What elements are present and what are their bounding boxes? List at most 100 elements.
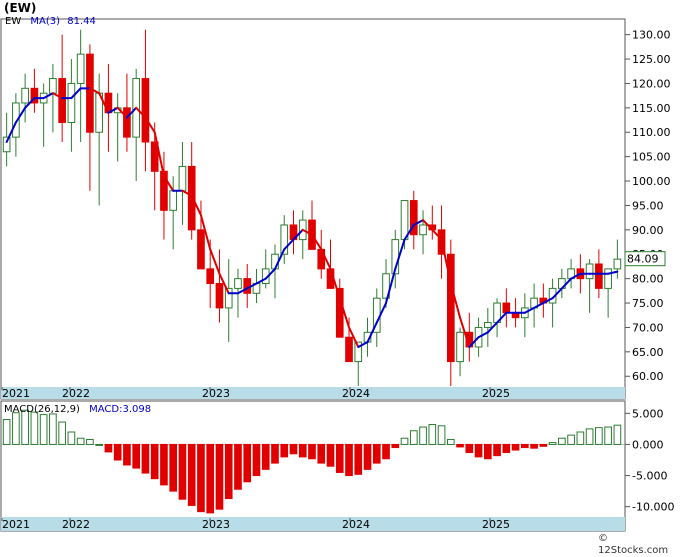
macd-bar — [456, 443, 464, 448]
legend-ma: MA(3) — [30, 16, 61, 27]
macd-xtick-label: 2023 — [202, 518, 230, 531]
candle — [12, 93, 20, 157]
chart-canvas: 130.00 125.00 120.00 115.00 110.00 105.00 100.… — [0, 18, 674, 532]
candle — [113, 93, 122, 162]
price-ytick-label: 65.00 — [632, 346, 664, 359]
candle — [224, 259, 233, 343]
price-xtick-label: 2024 — [342, 387, 370, 400]
footer-credit: © 12Stocks.com — [598, 533, 680, 557]
price-xtick-label: 2022 — [62, 387, 90, 400]
candle — [419, 210, 427, 255]
price-ytick-label: 105.00 — [632, 151, 671, 164]
price-label-text: 84.09 — [627, 253, 659, 266]
candle — [456, 327, 464, 377]
macd-bar — [150, 443, 159, 480]
candle-body — [419, 224, 427, 236]
macd-ytick-label: 5.000 — [632, 407, 664, 420]
candle-body — [21, 87, 29, 104]
candle — [261, 249, 270, 289]
legend-ma-value: 81.44 — [67, 16, 96, 27]
macd-date-band — [1, 517, 625, 531]
macd-bar — [400, 437, 409, 445]
candle — [123, 73, 131, 152]
macd-bar — [169, 443, 178, 492]
macd-bar — [12, 412, 20, 445]
macd-bar — [558, 437, 566, 445]
candle-body — [243, 278, 252, 294]
macd-bar — [141, 443, 150, 474]
candle-body — [595, 263, 603, 289]
macd-bar — [271, 443, 279, 464]
candle-body — [206, 268, 215, 285]
macd-bar — [382, 443, 390, 460]
macd-bar — [539, 443, 548, 447]
candle — [141, 29, 150, 172]
macd-bar — [604, 426, 612, 445]
price-xtick-label: 2023 — [202, 387, 230, 400]
candle — [76, 29, 85, 142]
macd-bar — [58, 421, 66, 445]
macd-bar — [530, 443, 538, 449]
candle-body — [123, 107, 131, 138]
macd-xtick-label: 2021 — [2, 518, 30, 531]
candle-body — [456, 331, 464, 363]
macd-bar — [446, 438, 455, 445]
macd-bar — [326, 443, 335, 467]
macd-legend-value: MACD:3.098 — [89, 404, 152, 415]
candle-body — [613, 258, 622, 270]
price-ytick-label: 130.00 — [632, 29, 671, 42]
candle — [548, 278, 557, 328]
candle-body — [141, 78, 150, 143]
candle-body — [76, 53, 85, 84]
candle — [483, 307, 492, 347]
macd-bar — [234, 443, 242, 490]
macd-bar — [437, 425, 446, 445]
macd-bar — [298, 443, 307, 458]
price-xtick-label: 2021 — [2, 387, 30, 400]
macd-bar — [576, 431, 585, 445]
macd-bar — [308, 443, 316, 460]
macd-bar — [354, 443, 363, 475]
candle — [558, 268, 566, 299]
price-legend: EW MA(3) 81.44 — [5, 16, 96, 28]
macd-bar — [160, 443, 168, 486]
macd-legend: MACD(26,12,9) MACD:3.098 — [4, 404, 151, 416]
candle — [280, 215, 289, 264]
candle-body — [234, 278, 242, 289]
macd-bar — [197, 443, 205, 513]
price-ytick-label: 120.00 — [632, 77, 671, 90]
macd-bar — [548, 442, 557, 445]
candle — [243, 264, 252, 308]
macd-bar — [585, 428, 594, 445]
candle — [409, 190, 418, 250]
candle-body — [187, 165, 196, 231]
macd-bar — [511, 443, 520, 451]
macd-bar — [372, 443, 381, 464]
candle — [428, 205, 437, 240]
macd-bar — [595, 427, 603, 445]
macd-xtick-label: 2025 — [482, 518, 510, 531]
candle — [132, 68, 141, 182]
macd-xtick-label: 2022 — [62, 518, 90, 531]
macd-bar — [123, 443, 131, 466]
macd-bar — [465, 443, 474, 454]
candle — [86, 44, 94, 191]
candle-body — [67, 82, 76, 123]
candle — [58, 34, 66, 142]
candle — [604, 268, 612, 318]
price-ytick-label: 115.00 — [632, 102, 671, 115]
price-panel-frame — [0, 18, 626, 400]
price-ytick-label: 75.00 — [632, 297, 664, 310]
macd-bar — [261, 443, 270, 470]
macd-bar — [67, 431, 76, 445]
ticker-text: (EW) — [4, 1, 37, 15]
macd-bar — [113, 443, 122, 461]
macd-bar — [335, 443, 344, 473]
macd-bar — [178, 443, 187, 500]
candle — [521, 293, 529, 338]
ticker-title: (EW) — [4, 2, 36, 14]
candle-body — [215, 283, 224, 309]
macd-bar — [252, 443, 261, 477]
candle — [30, 68, 39, 113]
macd-bar — [104, 443, 113, 453]
